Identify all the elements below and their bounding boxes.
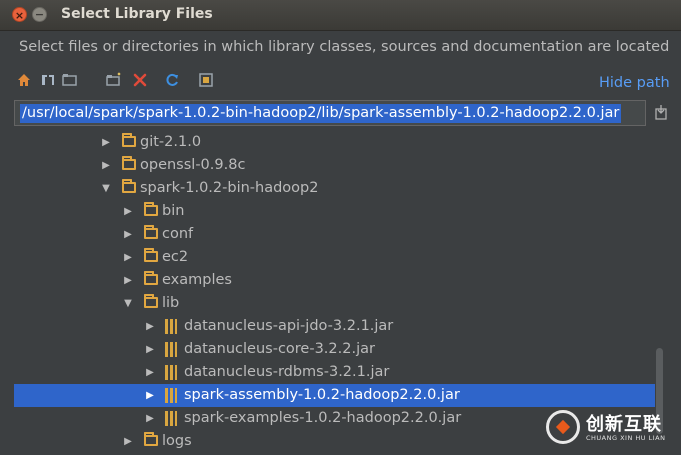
expand-arrow-icon[interactable]: ▶ xyxy=(100,131,112,154)
tree-row-label: examples xyxy=(162,272,232,288)
refresh-icon[interactable] xyxy=(162,72,182,94)
folder-icon xyxy=(144,248,158,262)
tree-row-label: bin xyxy=(162,203,185,219)
expand-arrow-icon[interactable]: ▶ xyxy=(122,269,134,292)
jar-file-icon xyxy=(165,388,177,403)
tree-row-label: ec2 xyxy=(162,249,189,265)
tree-row-jar[interactable]: ▶ datanucleus-core-3.2.2.jar xyxy=(14,338,655,361)
expand-arrow-icon[interactable]: ▶ xyxy=(122,430,134,453)
window-title: Select Library Files xyxy=(61,6,213,22)
minimize-icon[interactable]: − xyxy=(32,7,47,22)
folder-icon xyxy=(122,179,136,193)
new-folder-icon[interactable] xyxy=(104,72,124,94)
expand-arrow-icon[interactable]: ▶ xyxy=(144,315,156,338)
expand-arrow-icon[interactable]: ▶ xyxy=(144,407,156,430)
tree-row-folder[interactable]: ▶ examples xyxy=(14,269,655,292)
expand-arrow-icon[interactable]: ▶ xyxy=(100,154,112,177)
expand-arrow-icon[interactable]: ▶ xyxy=(122,246,134,269)
tree-row-jar[interactable]: ▶ spark-assembly-1.0.2-hadoop2.2.0.jar xyxy=(14,384,655,407)
tree-row-folder[interactable]: ▶ bin xyxy=(14,200,655,223)
tree-row-label: spark-assembly-1.0.2-hadoop2.2.0.jar xyxy=(184,387,460,403)
path-history-icon[interactable] xyxy=(654,104,668,122)
tree-row-folder[interactable]: ▶ openssl-0.9.8c xyxy=(14,154,655,177)
path-input-value[interactable]: /usr/local/spark/spark-1.0.2-bin-hadoop2… xyxy=(20,104,622,123)
tree-row-label: lib xyxy=(162,295,180,311)
jar-file-icon xyxy=(165,342,177,357)
expand-arrow-icon[interactable]: ▶ xyxy=(122,200,134,223)
watermark-logo-icon xyxy=(546,410,580,444)
expand-arrow-icon[interactable]: ▶ xyxy=(144,361,156,384)
tree-row-label: spark-1.0.2-bin-hadoop2 xyxy=(140,180,319,196)
watermark-logo: 创新互联 CHUANG XIN HU LIAN xyxy=(546,408,676,448)
collapse-arrow-icon[interactable]: ▼ xyxy=(122,292,134,315)
tree-row-folder[interactable]: ▶ conf xyxy=(14,223,655,246)
tree-row-label: logs xyxy=(162,433,192,449)
watermark-subtitle: CHUANG XIN HU LIAN xyxy=(586,434,666,442)
tree-row-label: datanucleus-rdbms-3.2.1.jar xyxy=(184,364,390,380)
tree-row-label: conf xyxy=(162,226,194,242)
folder-icon xyxy=(144,294,158,308)
hide-path-link[interactable]: Hide path xyxy=(599,75,670,91)
collapse-arrow-icon[interactable]: ▼ xyxy=(100,177,112,200)
expand-arrow-icon[interactable]: ▶ xyxy=(122,223,134,246)
show-hidden-icon[interactable] xyxy=(196,72,216,94)
expand-arrow-icon[interactable]: ▶ xyxy=(144,338,156,361)
watermark-name: 创新互联 xyxy=(586,414,662,435)
tree-row-folder[interactable]: ▶ ec2 xyxy=(14,246,655,269)
tree-row-label: spark-examples-1.0.2-hadoop2.2.0.jar xyxy=(184,410,462,426)
jar-file-icon xyxy=(165,319,177,334)
file-tree[interactable]: ▶ git-2.1.0 ▶ openssl-0.9.8c ▼ spark-1.0.2-bi… xyxy=(14,130,655,455)
tree-row-label: datanucleus-core-3.2.2.jar xyxy=(184,341,375,357)
tree-row-label: openssl-0.9.8c xyxy=(140,157,246,173)
tree-row-folder[interactable]: ▼ spark-1.0.2-bin-hadoop2 xyxy=(14,177,655,200)
title-bar: × − Select Library Files xyxy=(0,0,681,31)
tree-row-jar[interactable]: ▶ datanucleus-rdbms-3.2.1.jar xyxy=(14,361,655,384)
tree-row-folder[interactable]: ▼ lib xyxy=(14,292,655,315)
tree-row-folder[interactable]: ▶ git-2.1.0 xyxy=(14,131,655,154)
home-icon[interactable] xyxy=(14,72,34,94)
close-icon[interactable]: × xyxy=(12,7,27,22)
jar-file-icon xyxy=(165,365,177,380)
folder-icon xyxy=(122,156,136,170)
tree-row-label: datanucleus-api-jdo-3.2.1.jar xyxy=(184,318,394,334)
tree-row-label: git-2.1.0 xyxy=(140,134,202,150)
expand-arrow-icon[interactable]: ▶ xyxy=(144,384,156,407)
folder-icon xyxy=(144,271,158,285)
folder-icon xyxy=(122,133,136,147)
project-icon[interactable] xyxy=(38,72,58,94)
tree-row-jar[interactable]: ▶ datanucleus-api-jdo-3.2.1.jar xyxy=(14,315,655,338)
folder-icon xyxy=(144,202,158,216)
module-icon[interactable] xyxy=(60,72,80,94)
path-input[interactable]: /usr/local/spark/spark-1.0.2-bin-hadoop2… xyxy=(14,100,646,126)
delete-icon[interactable] xyxy=(130,72,150,94)
folder-icon xyxy=(144,432,158,446)
dialog-description: Select files or directories in which lib… xyxy=(19,39,670,55)
folder-icon xyxy=(144,225,158,239)
jar-file-icon xyxy=(165,411,177,426)
